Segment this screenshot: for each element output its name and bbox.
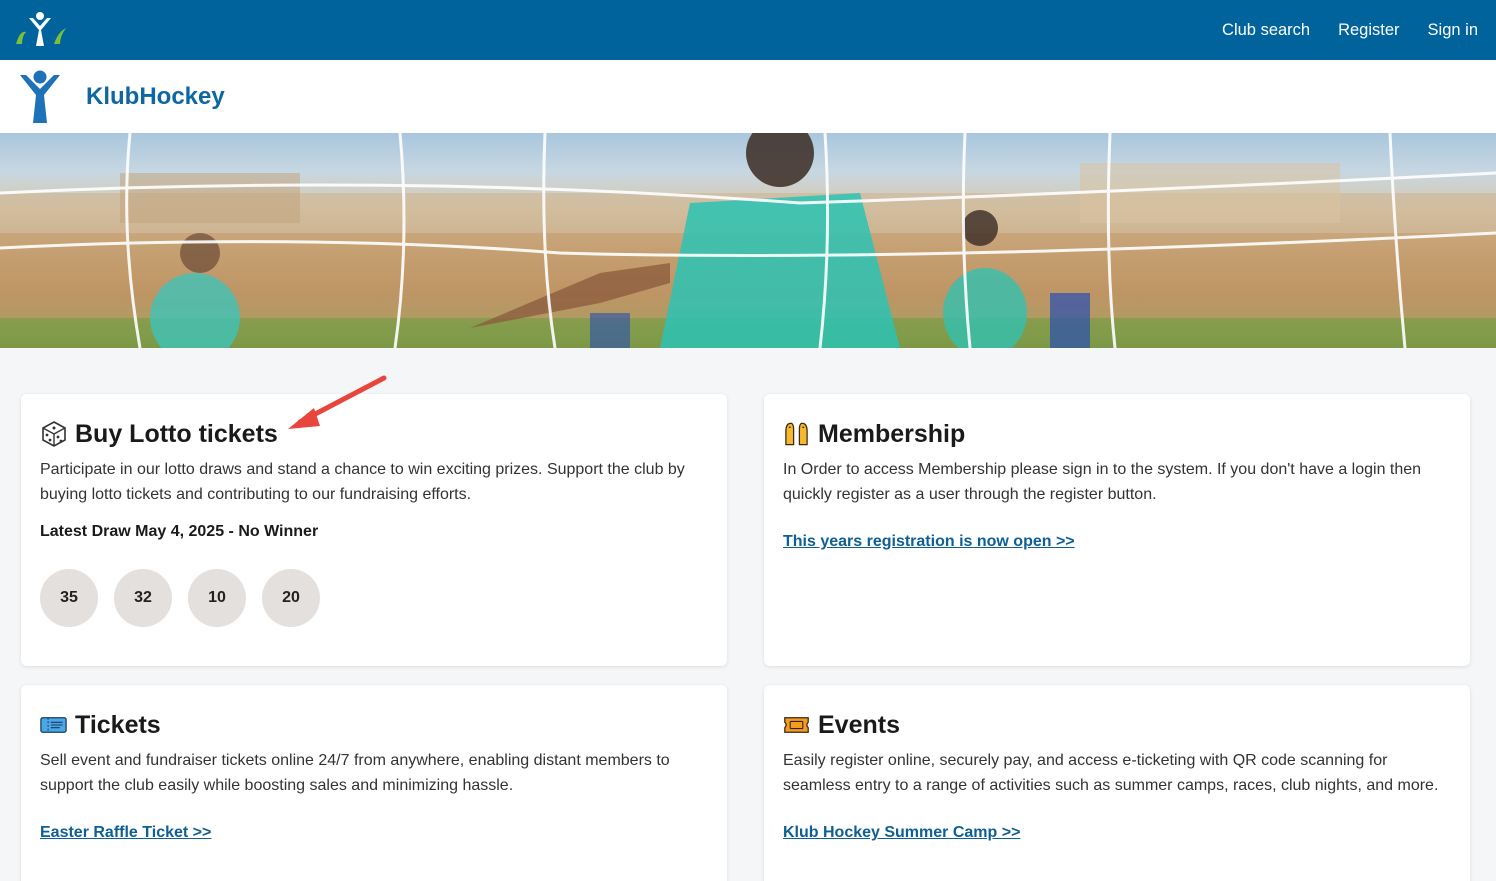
top-navigation-bar: Club search Register Sign in [0, 0, 1496, 60]
lotto-number-ball: 10 [188, 569, 246, 627]
membership-title-row: Membership [783, 416, 1450, 452]
club-name[interactable]: KlubHockey [86, 83, 225, 111]
raised-hands-icon [783, 421, 810, 448]
tickets-title-row: Tickets [40, 707, 707, 743]
membership-card: Membership In Order to access Membership… [764, 394, 1470, 666]
top-nav: Club search Register Sign in [1222, 21, 1478, 40]
dice-icon [40, 421, 67, 448]
registration-open-link[interactable]: This years registration is now open >> [783, 533, 1075, 551]
register-link[interactable]: Register [1338, 21, 1399, 40]
membership-title: Membership [818, 419, 966, 448]
events-title-row: Events [783, 707, 1450, 743]
sign-in-link[interactable]: Sign in [1428, 21, 1478, 40]
club-header: KlubHockey [0, 60, 1496, 133]
lotto-numbers: 35 32 10 20 [40, 569, 707, 627]
events-description: Easily register online, securely pay, an… [783, 752, 1439, 794]
annotation-arrow [288, 375, 387, 429]
events-card: Events Easily register online, securely … [764, 685, 1470, 881]
hero-image [0, 133, 1496, 348]
club-search-link[interactable]: Club search [1222, 21, 1310, 40]
summer-camp-link[interactable]: Klub Hockey Summer Camp >> [783, 824, 1020, 842]
easter-raffle-link[interactable]: Easter Raffle Ticket >> [40, 824, 211, 842]
latest-draw-text: Latest Draw May 4, 2025 - No Winner [40, 523, 319, 540]
ticket-icon [40, 712, 67, 739]
tickets-title: Tickets [75, 710, 161, 739]
club-logo[interactable] [18, 69, 62, 125]
events-title: Events [818, 710, 900, 739]
lotto-card: Buy Lotto tickets Participate in our lot… [21, 394, 727, 666]
tickets-card: Tickets Sell event and fundraiser ticket… [21, 685, 727, 881]
lotto-number-ball: 32 [114, 569, 172, 627]
membership-description: In Order to access Membership please sig… [783, 461, 1422, 503]
lotto-number-ball: 20 [262, 569, 320, 627]
lotto-number-ball: 35 [40, 569, 98, 627]
tickets-description: Sell event and fundraiser tickets online… [40, 752, 670, 794]
site-logo[interactable] [12, 8, 68, 52]
lotto-title: Buy Lotto tickets [75, 419, 278, 448]
lotto-description: Participate in our lotto draws and stand… [40, 461, 685, 503]
admission-ticket-icon [783, 712, 810, 739]
